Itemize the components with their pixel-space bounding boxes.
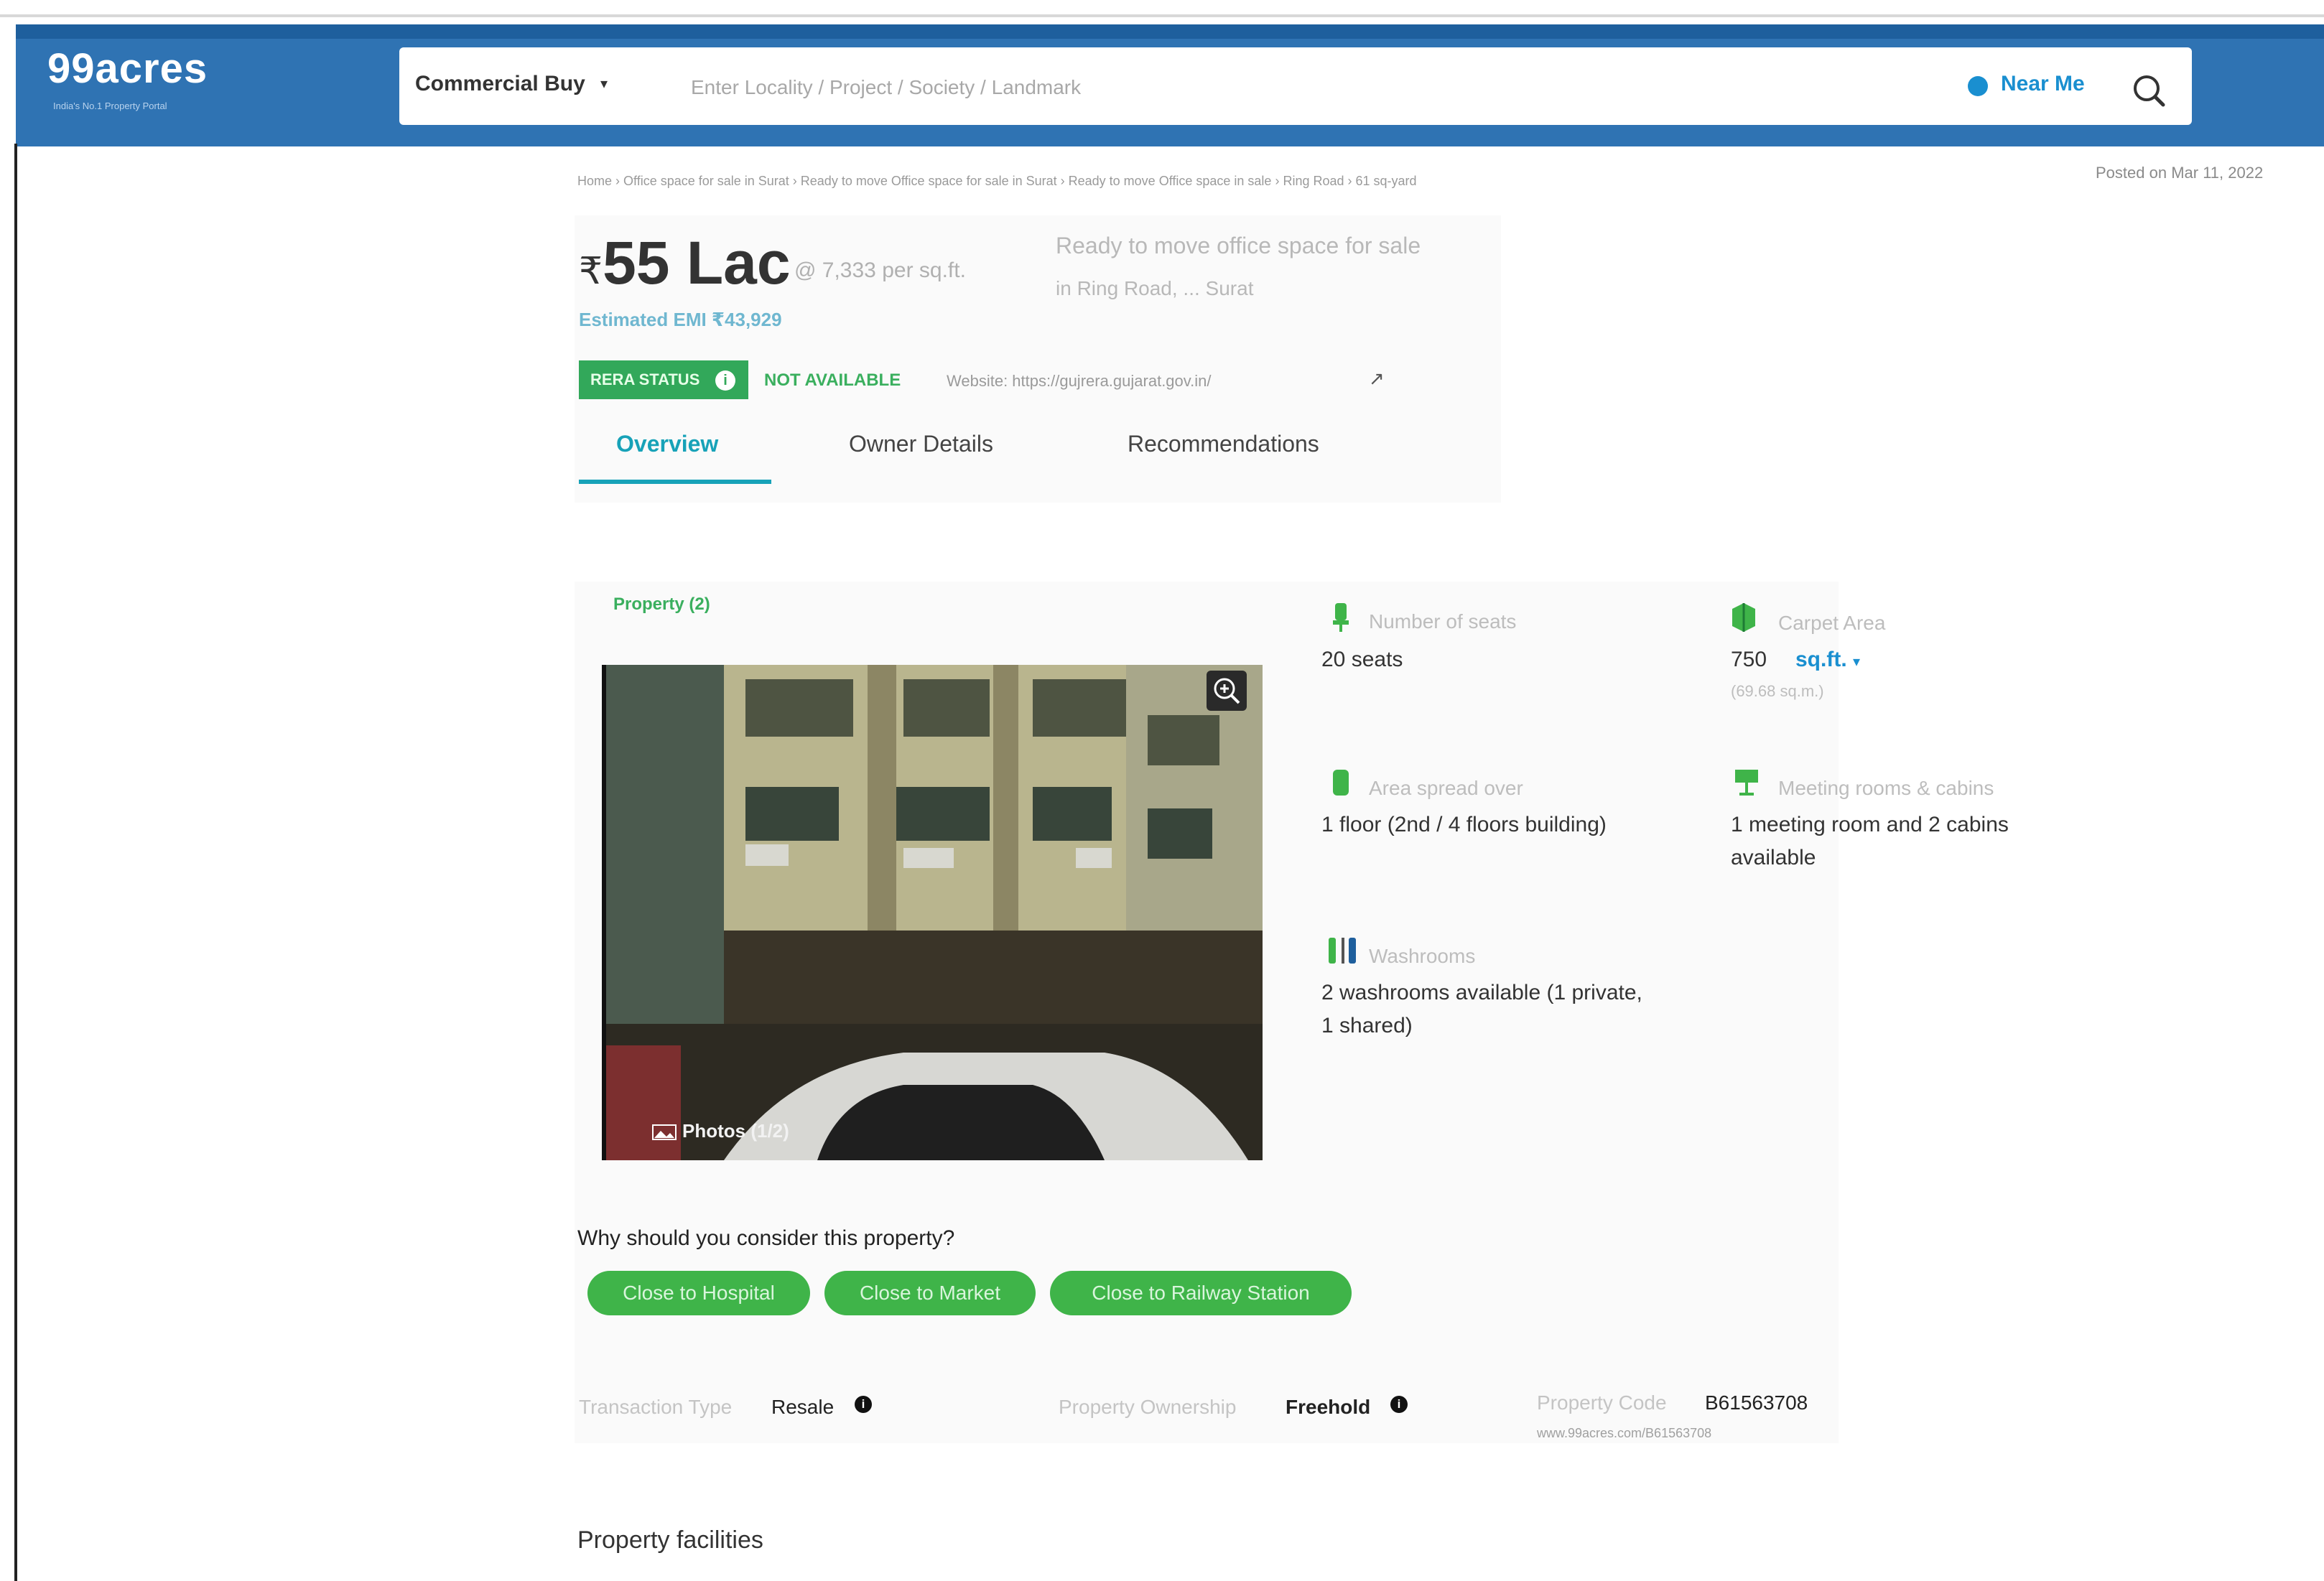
property-photo-count: Property (2) — [613, 594, 710, 614]
chevron-down-icon[interactable]: ▾ — [600, 75, 608, 93]
active-tab-indicator — [579, 480, 771, 484]
price-value: 55 Lac — [603, 229, 791, 297]
chip-close-to-hospital[interactable]: Close to Hospital — [587, 1271, 810, 1315]
price: ₹55 Lac — [579, 228, 791, 298]
feature-label-carpet-area: Carpet Area — [1778, 612, 1886, 634]
property-code-value: B61563708 — [1705, 1391, 1808, 1414]
feature-label-washrooms: Washrooms — [1369, 945, 1476, 967]
tab-recommendations[interactable]: Recommendations — [1128, 431, 1319, 457]
chevron-down-icon[interactable]: ▾ — [1853, 654, 1860, 670]
zoom-in-icon[interactable] — [1207, 671, 1247, 711]
washroom-icon — [1329, 938, 1356, 964]
logo-tagline: India's No.1 Property Portal — [53, 101, 167, 111]
property-facilities-heading: Property facilities — [577, 1526, 763, 1554]
rupee-symbol: ₹ — [579, 251, 603, 292]
info-icon[interactable]: i — [1390, 1396, 1408, 1413]
location-icon[interactable] — [1968, 76, 1988, 96]
breadcrumb[interactable]: Home › Office space for sale in Surat › … — [577, 174, 1956, 189]
feature-value-seats: 20 seats — [1321, 648, 1403, 671]
area-unit-label[interactable]: sq.ft. — [1795, 648, 1847, 671]
page-left-border — [14, 144, 17, 1581]
transaction-type-label: Transaction Type — [579, 1396, 733, 1418]
property-photo[interactable] — [602, 665, 1263, 1160]
estimated-emi-link[interactable]: Estimated EMI ₹43,929 — [579, 309, 782, 331]
property-code-label: Property Code — [1537, 1391, 1667, 1414]
logo[interactable]: 99acres — [47, 45, 208, 93]
rera-website-link[interactable]: Website: https://gujrera.gujarat.gov.in/ — [947, 372, 1212, 391]
chip-close-to-market[interactable]: Close to Market — [824, 1271, 1036, 1315]
feature-label-seats: Number of seats — [1369, 610, 1517, 633]
listing-title: Ready to move office space for sale — [1056, 233, 1421, 258]
chip-close-to-railway-station[interactable]: Close to Railway Station — [1050, 1271, 1352, 1315]
feature-value-washrooms: 2 washrooms available (1 private, — [1321, 981, 1642, 1004]
feature-value-washrooms-2: 1 shared) — [1321, 1014, 1413, 1037]
area-unit-dropdown[interactable]: sq.ft. ▾ — [1795, 648, 1860, 672]
ownership-label: Property Ownership — [1059, 1396, 1237, 1418]
price-per-sqft: @ 7,333 per sq.ft. — [794, 258, 966, 282]
top-divider — [0, 14, 2324, 17]
feature-value-carpet-area: 750 — [1731, 648, 1767, 671]
search-input[interactable] — [689, 69, 1841, 106]
posted-date: Posted on Mar 11, 2022 — [2096, 164, 2264, 182]
feature-value-floors: 1 floor (2nd / 4 floors building) — [1321, 813, 1607, 836]
info-icon[interactable]: i — [715, 370, 735, 391]
why-consider-heading: Why should you consider this property? — [577, 1226, 955, 1250]
meeting-room-icon — [1735, 770, 1758, 796]
seat-icon — [1333, 603, 1349, 632]
ownership-value: Freehold — [1286, 1396, 1371, 1418]
tab-overview[interactable]: Overview — [616, 431, 718, 457]
carpet-area-icon — [1732, 603, 1755, 632]
transaction-type-value: Resale — [771, 1396, 835, 1418]
listing-location: in Ring Road, ... Surat — [1056, 277, 1254, 299]
tab-owner-details[interactable]: Owner Details — [849, 431, 993, 457]
feature-label-meeting-rooms: Meeting rooms & cabins — [1778, 777, 1994, 799]
info-icon[interactable]: i — [855, 1396, 872, 1413]
search-type-dropdown[interactable]: Commercial Buy — [415, 72, 585, 96]
feature-value-meeting-rooms-2: available — [1731, 846, 1816, 869]
floor-icon — [1333, 770, 1349, 796]
feature-value-meeting-rooms: 1 meeting room and 2 cabins — [1731, 813, 2009, 836]
feature-label-floors: Area spread over — [1369, 777, 1523, 799]
photos-counter[interactable]: Photos (1/2) — [651, 1120, 789, 1142]
property-code-url[interactable]: www.99acres.com/B61563708 — [1537, 1426, 1711, 1441]
near-me-button[interactable]: Near Me — [2001, 72, 2085, 96]
search-icon[interactable] — [2127, 69, 2170, 112]
feature-sub-carpet-area: (69.68 sq.m.) — [1731, 682, 1824, 700]
external-link-icon[interactable]: ↗ — [1369, 368, 1385, 390]
rera-status-value: NOT AVAILABLE — [764, 370, 901, 390]
